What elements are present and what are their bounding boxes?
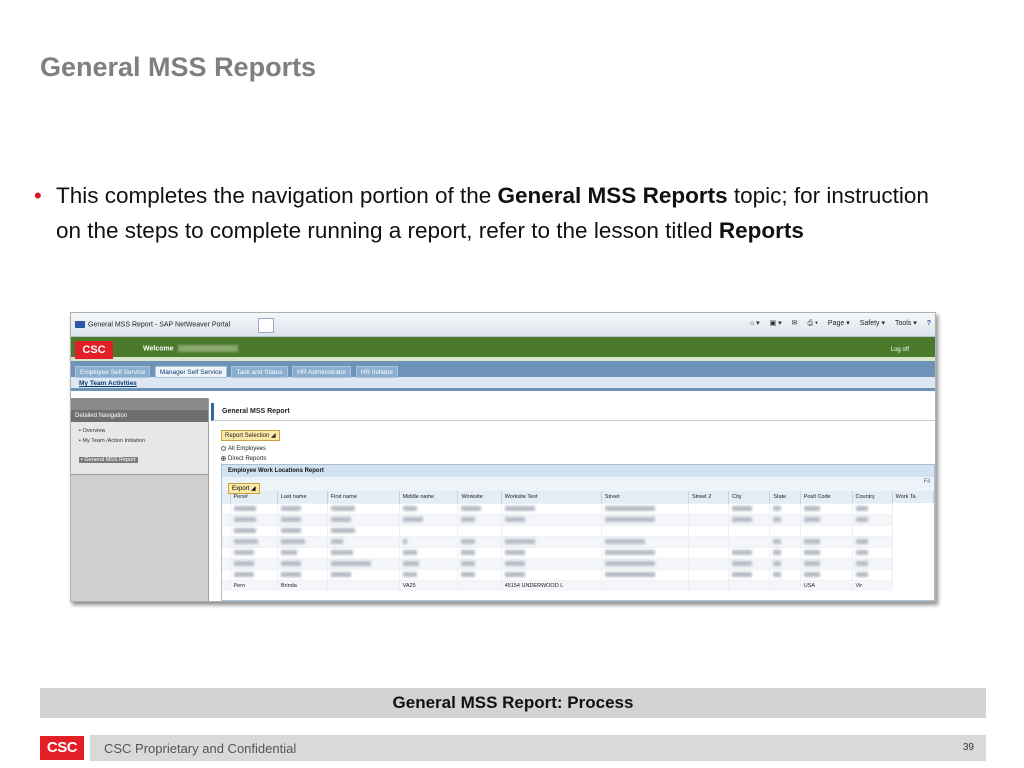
sap-logo-icon <box>75 321 85 328</box>
table-row[interactable] <box>222 535 934 547</box>
safety-menu[interactable]: Safety ▾ <box>860 320 885 327</box>
mail-icon[interactable]: ✉ <box>792 320 798 327</box>
radio-all-employees[interactable]: All Employees <box>221 446 266 452</box>
table-row[interactable] <box>222 513 934 525</box>
col-street[interactable]: Street <box>601 491 690 503</box>
tab-hr-administrator[interactable]: HR Administrator <box>292 366 352 378</box>
page-number: 39 <box>962 742 974 753</box>
browser-tab[interactable]: General MSS Report - SAP NetWeaver Porta… <box>71 317 256 335</box>
table-row[interactable] <box>222 557 934 569</box>
col-worksite-text[interactable]: Worksite Text <box>501 491 602 503</box>
print-icon[interactable]: ⎙ ▾ <box>807 320 818 327</box>
welcome-text: Welcome <box>143 345 238 352</box>
table-row[interactable] <box>222 546 934 558</box>
csc-logo: CSC <box>40 736 84 760</box>
col-street-2[interactable]: Street 2 <box>688 491 730 503</box>
col-country[interactable]: Country <box>852 491 893 503</box>
tools-menu[interactable]: Tools ▾ <box>895 320 917 327</box>
table-toolbar: Export ◢ Fil <box>222 477 934 494</box>
tab-employee-self-service[interactable]: Employee Self Service <box>75 366 151 378</box>
col-city[interactable]: City <box>728 491 771 503</box>
tab-task-and-status[interactable]: Task and Status <box>231 366 288 378</box>
report-selection-button[interactable]: Report Selection ◢ <box>221 430 280 441</box>
portal-screenshot: General MSS Report - SAP NetWeaver Porta… <box>70 312 936 602</box>
col-worksite[interactable]: Worksite <box>457 491 502 503</box>
radio-direct-reports[interactable]: Direct Reports <box>221 456 266 462</box>
bold-lesson: Reports <box>718 218 804 243</box>
export-button[interactable]: Export ◢ <box>228 483 260 494</box>
col-first-name[interactable]: First name <box>327 491 400 503</box>
slide-title: General MSS Reports <box>40 52 317 82</box>
report-rows: Pern Brinda VA25 45154 UNDERWOOD L USA V <box>222 502 934 591</box>
redacted-name <box>177 345 238 352</box>
logoff-link[interactable]: Log off <box>891 347 909 353</box>
employee-work-locations-table: Employee Work Locations Report Export ◢ … <box>221 464 935 601</box>
detailed-navigation: Detailed Navigation ▪ Overview ▪ My Team… <box>71 398 209 601</box>
portal-body: Detailed Navigation ▪ Overview ▪ My Team… <box>71 398 935 601</box>
col-postl-code[interactable]: Postl Code <box>800 491 853 503</box>
home-icon[interactable]: ⌂ ▾ <box>750 320 760 327</box>
nav-item-action-initiation[interactable]: ▪ My Team /Action Initiation <box>79 438 208 444</box>
report-title: General MSS Report <box>211 403 935 421</box>
table-row-last[interactable]: Pern Brinda VA25 45154 UNDERWOOD L USA V <box>222 579 934 591</box>
bold-topic: General MSS Reports <box>497 183 728 208</box>
subnav-my-team-activities[interactable]: My Team Activities <box>71 377 935 391</box>
report-table: Pers# Last name First name Middle name W… <box>222 491 935 591</box>
col-middle-name[interactable]: Middle name <box>399 491 459 503</box>
detailed-nav-list: ▪ Overview ▪ My Team /Action Initiation … <box>71 422 208 474</box>
new-tab-button[interactable] <box>258 318 274 333</box>
filter-link[interactable]: Fil <box>924 479 930 485</box>
col-work-tax[interactable]: Work Ta <box>892 491 935 503</box>
table-row[interactable] <box>222 502 934 514</box>
nav-item-general-mss-report[interactable]: ▪ General MSS Report <box>79 457 138 463</box>
footer-text: CSC Proprietary and Confidential <box>104 741 297 756</box>
caption-bar: General MSS Report: Process <box>40 688 986 718</box>
feeds-icon[interactable]: ▣ ▾ <box>770 320 782 327</box>
report-content: General MSS Report Report Selection ◢ Al… <box>211 398 935 601</box>
nav-item-overview[interactable]: ▪ Overview <box>79 428 208 434</box>
nav-collapse-bar[interactable] <box>71 398 208 410</box>
portal-tabs: Employee Self Service Manager Self Servi… <box>71 361 935 378</box>
portal-header: CSC Welcome Log off <box>71 337 935 361</box>
portal-logo: CSC <box>75 341 113 359</box>
table-row[interactable] <box>222 524 934 536</box>
bullet-text: • This completes the navigation portion … <box>34 178 934 248</box>
col-last-name[interactable]: Last name <box>277 491 328 503</box>
help-icon[interactable]: ? <box>927 320 931 327</box>
table-row[interactable] <box>222 568 934 580</box>
tab-manager-self-service[interactable]: Manager Self Service <box>154 366 227 378</box>
browser-toolbar: ⌂ ▾ ▣ ▾ ✉ ⎙ ▾ Page ▾ Safety ▾ Tools ▾ ? <box>742 319 931 328</box>
table-title: Employee Work Locations Report <box>222 465 934 477</box>
bullet-dot: • <box>34 183 42 208</box>
tab-hr-initiator[interactable]: HR Initiator <box>355 366 399 378</box>
page-menu[interactable]: Page ▾ <box>828 320 850 327</box>
col-state[interactable]: State <box>769 491 801 503</box>
footer-bar: CSC Proprietary and Confidential 39 <box>90 735 986 761</box>
detailed-nav-title: Detailed Navigation <box>71 410 208 422</box>
browser-bar: General MSS Report - SAP NetWeaver Porta… <box>71 313 935 337</box>
